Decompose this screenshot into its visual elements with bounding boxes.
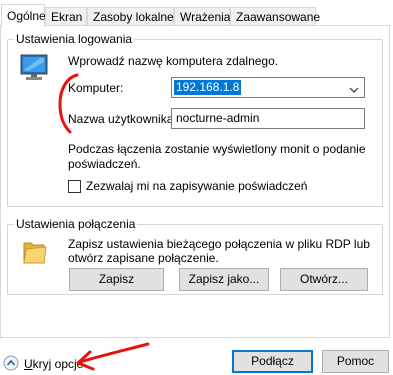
- folder-icon: [22, 237, 48, 268]
- computer-combobox[interactable]: 192.168.1.8: [171, 77, 365, 98]
- open-button[interactable]: Otwórz...: [280, 268, 368, 291]
- annotation-arrow-line: [78, 342, 150, 364]
- hide-options-accesskey: U: [24, 357, 33, 371]
- connect-button[interactable]: Podłącz: [232, 350, 313, 373]
- intro-text: Wprowadź nazwę komputera zdalnego.: [68, 54, 279, 68]
- computer-monitor-icon: [18, 54, 52, 85]
- chevron-down-icon[interactable]: [349, 83, 359, 97]
- tab-experience[interactable]: Wrażenia: [174, 7, 230, 26]
- tab-label: Ekran: [51, 10, 83, 24]
- computer-value: 192.168.1.8: [174, 80, 242, 95]
- group-title: Ustawienia logowania: [14, 32, 135, 46]
- connection-settings-group: Ustawienia połączenia Zapisz ustawienia …: [7, 217, 383, 295]
- tab-label: Ogólne: [7, 9, 46, 23]
- logon-settings-group: Ustawienia logowania Wprowadź nazwę komp…: [7, 32, 383, 207]
- hide-options-link[interactable]: Ukryj opcje: [24, 357, 83, 371]
- help-button[interactable]: Pomoc: [322, 350, 389, 373]
- tab-label: Zaawansowane: [236, 10, 321, 24]
- tab-display[interactable]: Ekran: [45, 7, 87, 26]
- collapse-options-icon[interactable]: [3, 355, 19, 374]
- hide-options-label: kryj opcje: [32, 357, 84, 371]
- tab-label: Wrażenia: [180, 10, 231, 24]
- credentials-info-line2: poświadczeń.: [68, 157, 141, 171]
- connection-desc-line2: otwórz zapisane połączenie.: [68, 251, 219, 265]
- save-credentials-label[interactable]: Zezwalaj mi na zapisywanie poświadczeń: [86, 179, 307, 193]
- tab-label: Zasoby lokalne: [93, 10, 174, 24]
- username-label: Nazwa użytkownika:: [68, 112, 177, 126]
- save-button[interactable]: Zapisz: [69, 268, 164, 291]
- computer-label: Komputer:: [68, 81, 124, 95]
- username-field[interactable]: nocturne-admin: [171, 108, 365, 129]
- credentials-info-line1: Podczas łączenia zostanie wyświetlony mo…: [68, 142, 366, 156]
- save-as-button[interactable]: Zapisz jako...: [179, 268, 269, 291]
- group-title: Ustawienia połączenia: [14, 217, 138, 231]
- save-credentials-checkbox[interactable]: [68, 180, 81, 193]
- tab-local-resources[interactable]: Zasoby lokalne: [87, 7, 174, 26]
- tab-general[interactable]: Ogólne: [1, 4, 46, 27]
- username-value: nocturne-admin: [176, 111, 260, 125]
- connection-desc-line1: Zapisz ustawienia bieżącego połączenia w…: [68, 237, 370, 251]
- tab-advanced[interactable]: Zaawansowane: [230, 7, 320, 26]
- tab-panel-general: Ustawienia logowania Wprowadź nazwę komp…: [0, 25, 390, 338]
